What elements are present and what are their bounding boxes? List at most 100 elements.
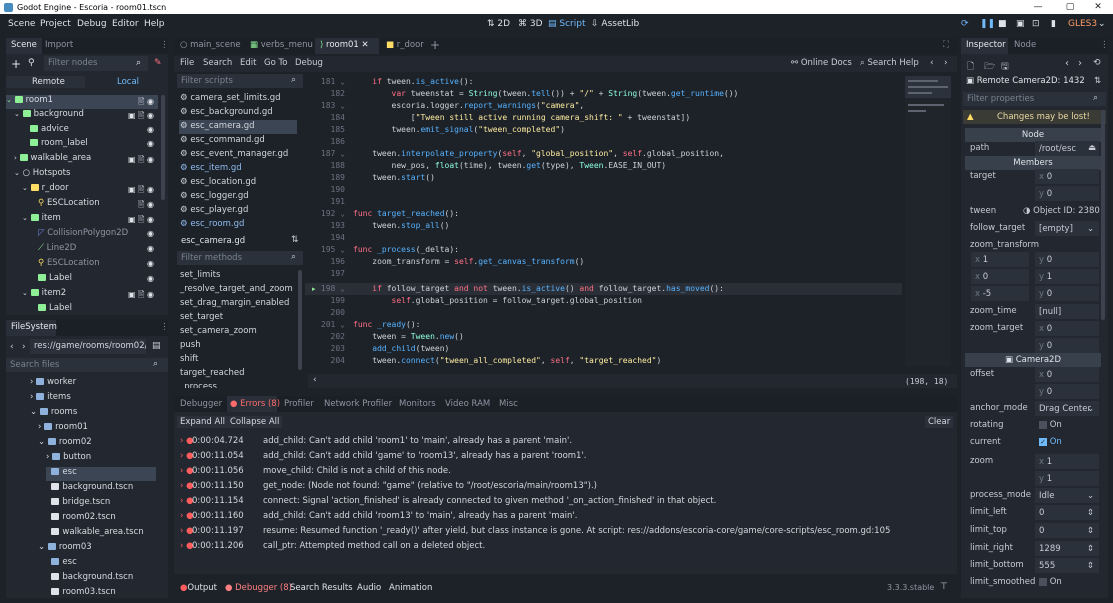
method-item[interactable]: push [179, 339, 297, 353]
distraction-free-icon[interactable]: ⛶ [943, 40, 949, 50]
tree-node-r-door[interactable]: ⌄ r_door ▣ 🖹 ◉ [22, 183, 158, 197]
error-row[interactable]: › ● 0:00:11.160 add_child: Can't add child… [180, 509, 955, 524]
file-room03-tscn[interactable]: room03.tscn [46, 587, 156, 596]
checkbox-unchecked-icon[interactable] [1039, 420, 1047, 429]
reload-icon[interactable]: ⟳ [961, 19, 969, 29]
bottom-tab-output[interactable]: ●Output [180, 583, 217, 593]
folder-esc[interactable]: esc [46, 467, 156, 481]
filter-methods-input[interactable]: Filter methods [177, 251, 303, 265]
folder-button[interactable]: › button [46, 452, 156, 466]
history-icon[interactable]: ⟲ [1093, 58, 1101, 68]
folder-room01[interactable]: › room01 [38, 422, 156, 436]
script-item[interactable]: ⚙ camera_set_limits.gd [179, 92, 297, 106]
script-item[interactable]: ⚙ esc_command.gd [179, 134, 297, 148]
script-item-selected[interactable]: ⚙ esc_camera.gd [179, 120, 297, 134]
script-item[interactable]: ⚙ esc_background.gd [179, 106, 297, 120]
menu-project[interactable]: Project [40, 19, 71, 29]
menu-debug[interactable]: Debug [77, 19, 107, 29]
tab-monitors[interactable]: Monitors [399, 399, 436, 409]
folder-room03[interactable]: ⌄ room03 [38, 542, 156, 556]
folder-rooms[interactable]: ⌄ rooms [30, 407, 156, 421]
dock-menu-icon[interactable]: ⋮ [160, 322, 169, 332]
method-item[interactable]: shift [179, 353, 297, 367]
method-item[interactable]: target_reached [179, 367, 297, 381]
prop-tween[interactable]: tween ◑ Object ID: 2380 [967, 203, 1103, 220]
workspace-3d-button[interactable]: ⌘ 3D [518, 19, 543, 29]
script-menu-search[interactable]: Search [203, 58, 232, 68]
search-help-button[interactable]: ⌕ Search Help [860, 58, 919, 68]
remote-tab[interactable]: Remote [32, 77, 65, 87]
history-forward-icon[interactable]: › [1078, 58, 1082, 69]
tree-node-room1[interactable]: ⌄ room1 🖹 ◉ [6, 95, 158, 109]
filter-nodes-input[interactable]: Filter nodes [44, 56, 148, 71]
script-item[interactable]: ⚙ esc_location.gd [179, 176, 297, 190]
section-camera2d[interactable]: ▣ Camera2D [965, 353, 1101, 367]
prop-zoom-target-x[interactable]: zoom_target x 0 [967, 320, 1103, 337]
prop-current[interactable]: current ✓ On [967, 434, 1103, 451]
error-row[interactable]: › ● 0:00:11.150 get_node: (Node not found:… [180, 479, 955, 494]
workspace-assetlib-button[interactable]: ⇩ AssetLib [591, 19, 639, 29]
script-item[interactable]: ⚙ esc_logger.gd [179, 190, 297, 204]
tab-inspector[interactable]: Inspector [966, 40, 1006, 50]
remote-debug-icon[interactable]: ▣ [1016, 19, 1025, 29]
file-background-tscn-2[interactable]: background.tscn [46, 572, 156, 586]
filter-scripts-input[interactable]: Filter scripts [177, 74, 303, 88]
tab-filesystem[interactable]: FileSystem [11, 322, 57, 332]
back-icon[interactable]: ‹ [10, 342, 14, 352]
tree-node-line2d[interactable]: ⟋ Line2D ◉ [38, 243, 158, 257]
bottom-tab-debugger[interactable]: ● Debugger (8) [225, 583, 292, 593]
folder-room02[interactable]: ⌄ room02 [38, 437, 156, 451]
prop-process-mode[interactable]: process_mode Idle ⌄ [967, 487, 1103, 504]
inspector-scrollbar[interactable] [1101, 110, 1105, 320]
collapse-all-button[interactable]: Collapse All [227, 416, 283, 428]
script-item[interactable]: ⚙ esc_room.gd [179, 218, 297, 228]
tree-node-item[interactable]: ⌄ item ▣ 🖹 ◉ [22, 213, 158, 227]
tab-room01[interactable]: ⟩ room01 ✕ [320, 40, 369, 50]
tab-debugger[interactable]: Debugger [180, 399, 222, 409]
dock-menu-icon[interactable]: ⋮ [1100, 40, 1109, 50]
save-resource-icon[interactable]: 🖫 [1001, 59, 1009, 75]
tree-node-collisionpolygon2d[interactable]: ◸ CollisionPolygon2D ◉ [38, 228, 158, 242]
error-row[interactable]: › ● 0:00:11.056 move_child: Child is not a… [180, 464, 955, 479]
scroll-left-icon[interactable]: ‹ [313, 375, 317, 385]
menu-help[interactable]: Help [144, 19, 165, 29]
prop-offset-x[interactable]: offset x 0 [967, 366, 1103, 383]
pin-panel-icon[interactable]: ⊤ [940, 582, 948, 592]
sort-icon[interactable]: ⇅ [291, 235, 299, 245]
close-button[interactable]: ✕ [1083, 0, 1113, 14]
method-item[interactable]: _process [179, 381, 297, 388]
tree-node-esclocation-2[interactable]: ⚲ ESCLocation ◉ [38, 258, 158, 272]
spin-icon[interactable]: ⇕ [1087, 541, 1094, 558]
method-item[interactable]: set_drag_margin_enabled [179, 297, 297, 311]
prop-follow-target[interactable]: follow_target [empty] ⌄ [967, 220, 1103, 237]
bottom-tab-audio[interactable]: Audio [357, 583, 381, 593]
spin-icon[interactable]: ⇕ [1087, 505, 1094, 522]
method-item[interactable]: set_limits [179, 269, 297, 283]
error-row[interactable]: › ● 0:00:11.054 add_child: Can't add child… [180, 449, 955, 464]
script-item[interactable]: ⚙ esc_player.gd [179, 204, 297, 218]
tree-node-hotspots[interactable]: ⌄ ○ Hotspots [14, 168, 158, 182]
script-item[interactable]: ⚙ esc_item.gd [179, 162, 297, 176]
checkbox-checked-icon[interactable]: ✓ [1039, 437, 1047, 446]
prev-script-icon[interactable]: ‹ [930, 58, 934, 68]
error-row[interactable]: › ● 0:00:04.724 add_child: Can't add child… [180, 434, 955, 449]
script-menu-edit[interactable]: Edit [240, 58, 256, 68]
scene-script-icon[interactable]: ✎ [154, 58, 162, 68]
menu-editor[interactable]: Editor [112, 19, 139, 29]
close-tab-icon[interactable]: ✕ [362, 40, 369, 50]
script-menu-goto[interactable]: Go To [264, 58, 287, 68]
prop-limit-top[interactable]: limit_top 0 ⇕ [967, 522, 1103, 539]
expand-all-button[interactable]: Expand All [177, 416, 229, 428]
checkbox-unchecked-icon[interactable] [1039, 577, 1047, 586]
tab-scene[interactable]: Scene [11, 40, 37, 50]
movie-icon[interactable]: ⊡ [1032, 19, 1040, 29]
script-item[interactable]: ⚙ esc_event_manager.gd [179, 148, 297, 162]
online-docs-button[interactable]: ⚯ Online Docs [791, 58, 852, 68]
prop-offset-y[interactable]: y 0 [967, 383, 1103, 400]
error-row[interactable]: › ● 0:00:11.197 resume: Resumed function '… [180, 524, 955, 539]
prop-anchor-mode[interactable]: anchor_mode Drag Center ⌄ [967, 400, 1103, 417]
clear-button[interactable]: Clear [925, 416, 954, 428]
stop-icon[interactable]: ■ [998, 19, 1007, 29]
spin-icon[interactable]: ⇕ [1087, 523, 1094, 540]
split-view-icon[interactable]: ▤ [152, 341, 161, 351]
